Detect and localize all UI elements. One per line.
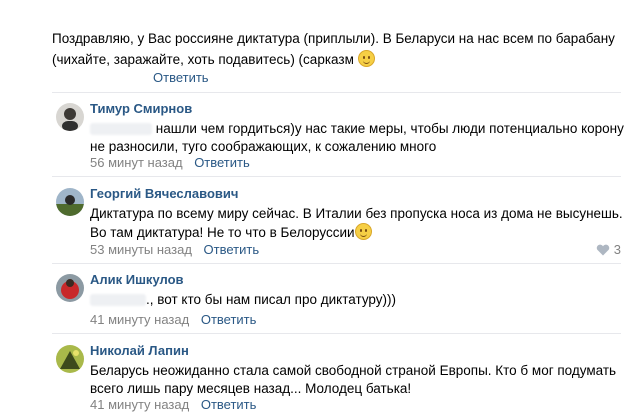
laughing-emoji-icon [354,223,372,240]
comment-text: нашли чем гордиться)у нас такие меры, чт… [90,120,630,156]
smile-emoji-icon [357,50,375,67]
comment-time[interactable]: 56 минут назад [90,155,183,170]
comment-author[interactable]: Георгий Вячеславович [90,186,238,201]
comment-meta: 41 минуту назад Ответить [90,312,256,327]
avatar[interactable] [56,345,84,373]
comment-body: Поздравляю, у Вас россияне диктатура (пр… [52,31,615,67]
reply-button[interactable]: Ответить [194,155,250,170]
comment-item: Георгий Вячеславович Диктатура по всему … [52,186,623,258]
comment-meta-previous: Ответить [153,69,209,87]
reply-button[interactable]: Ответить [201,312,257,327]
comment-body: Беларусь неожиданно стала самой свободно… [90,363,617,396]
comment-item: Тимур Смирнов нашли чем гордиться)у нас … [52,101,624,171]
comment-text: Беларусь неожиданно стала самой свободно… [90,362,630,398]
reply-button[interactable]: Ответить [201,397,257,412]
comment-text: ., вот кто бы нам писал про диктатуру))) [90,291,630,309]
comment-meta: 53 минуты назад Ответить [90,242,259,257]
comment-author[interactable]: Николай Лапин [90,343,189,358]
comment-body: нашли чем гордиться)у нас такие меры, чт… [90,121,624,154]
comment-text-previous: Поздравляю, у Вас россияне диктатура (пр… [52,28,622,70]
comment-meta: 56 минут назад Ответить [90,155,250,170]
user-avatar-icon [56,345,84,373]
comment-text: Диктатура по всему миру сейчас. В Италии… [90,205,630,242]
comment-author[interactable]: Алик Ишкулов [90,272,184,287]
divider [52,263,621,264]
user-avatar-icon [56,274,84,302]
comment-item: Алик Ишкулов ., вот кто бы нам писал про… [52,272,621,328]
reply-button[interactable]: Ответить [153,70,209,85]
like-count: 3 [613,242,621,257]
redacted-name [90,123,152,136]
comment-author[interactable]: Тимур Смирнов [90,101,192,116]
avatar[interactable] [56,274,84,302]
heart-icon [596,244,609,255]
comment-time[interactable]: 53 минуты назад [90,242,192,257]
like-button[interactable]: 3 [596,242,621,257]
comment-time[interactable]: 41 минуту назад [90,312,189,327]
avatar[interactable] [56,188,84,216]
comment-time[interactable]: 41 минуту назад [90,397,189,412]
comment-body: ., вот кто бы нам писал про диктатуру))) [146,292,397,307]
comment-meta: 41 минуту назад Ответить [90,397,256,412]
divider [52,176,621,177]
reply-button[interactable]: Ответить [204,242,260,257]
user-avatar-icon [56,103,84,131]
divider [52,333,621,334]
comment-item: Николай Лапин Беларусь неожиданно стала … [52,343,621,413]
redacted-name [90,294,146,307]
avatar[interactable] [56,103,84,131]
divider [52,92,621,93]
user-avatar-icon [56,188,84,216]
